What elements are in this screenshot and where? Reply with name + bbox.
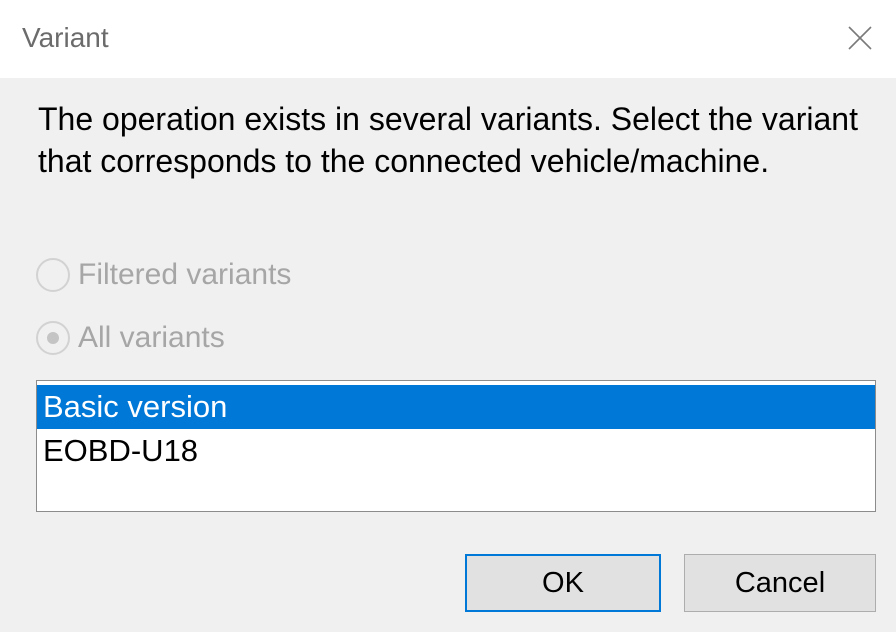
variant-dialog: Variant The operation exists in several … bbox=[0, 0, 896, 632]
list-item-eobd-u18[interactable]: EOBD-U18 bbox=[37, 429, 875, 473]
list-item-basic-version[interactable]: Basic version bbox=[37, 385, 875, 429]
radio-all-variants[interactable]: All variants bbox=[36, 318, 225, 358]
radio-label-all: All variants bbox=[78, 321, 225, 354]
cancel-button[interactable]: Cancel bbox=[684, 554, 876, 612]
radio-button-unselected[interactable] bbox=[36, 258, 70, 292]
radio-label-filtered: Filtered variants bbox=[78, 258, 292, 291]
radio-filtered-variants[interactable]: Filtered variants bbox=[36, 255, 291, 295]
title-bar: Variant bbox=[0, 0, 896, 78]
close-x-icon bbox=[848, 26, 872, 50]
radio-dot-icon bbox=[47, 332, 59, 344]
window-title: Variant bbox=[22, 22, 109, 53]
radio-button-selected[interactable] bbox=[36, 321, 70, 355]
close-button[interactable] bbox=[824, 0, 896, 78]
instruction-text: The operation exists in several variants… bbox=[38, 101, 858, 179]
variant-listbox[interactable]: Basic version EOBD-U18 bbox=[36, 380, 876, 512]
ok-button[interactable]: OK bbox=[465, 554, 661, 612]
